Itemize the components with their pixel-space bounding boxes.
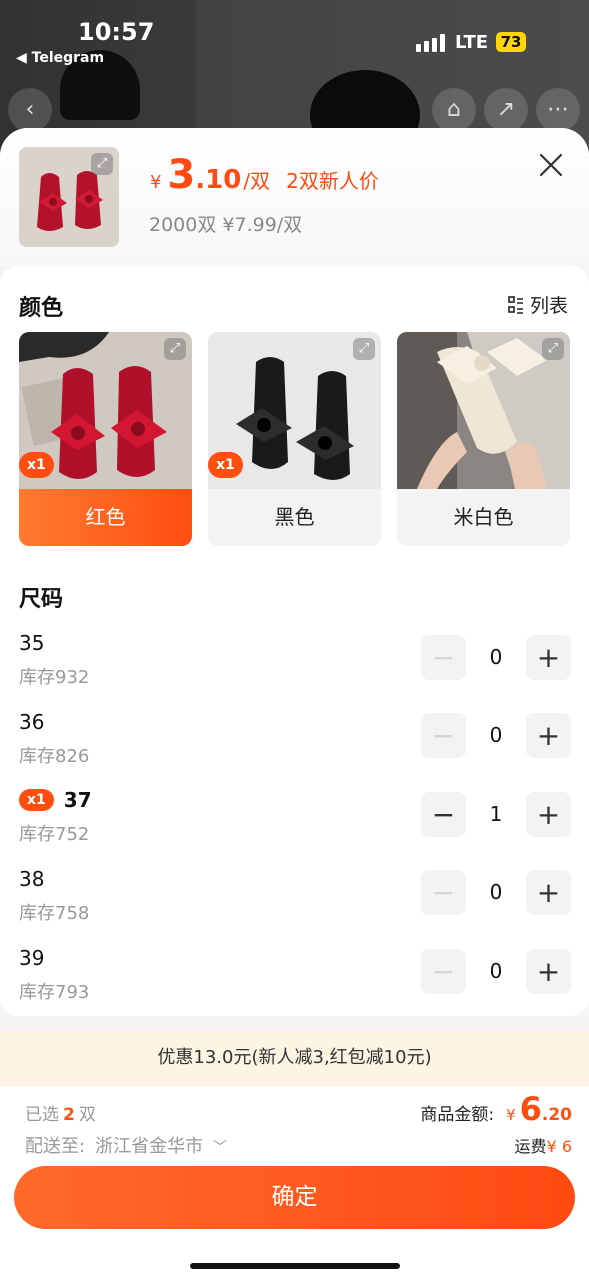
size-label: 39 <box>19 946 45 970</box>
network-label: LTE <box>455 32 489 53</box>
freight-value: ¥ 6 <box>546 1137 572 1156</box>
freight-label: 运费 <box>514 1137 547 1156</box>
price-integer: 3 <box>167 152 196 198</box>
home-indicator[interactable] <box>190 1263 400 1269</box>
share-icon[interactable]: ↗ <box>484 88 528 132</box>
increment-button[interactable]: + <box>526 870 571 915</box>
decrement-button[interactable]: − <box>421 713 466 758</box>
expand-icon[interactable]: ⤢ <box>542 338 564 360</box>
size-label: 36 <box>19 710 45 734</box>
list-toggle-label: 列表 <box>530 295 569 317</box>
discount-banner: 优惠13.0元(新人减3,红包减10元) <box>0 1030 589 1086</box>
cart-icon[interactable]: ⌂ <box>432 88 476 132</box>
expand-icon[interactable]: ⤢ <box>353 338 375 360</box>
color-count-badge: x1 <box>19 452 54 478</box>
battery-icon: 73 <box>496 32 526 52</box>
quantity-stepper: − 0 + <box>421 949 571 994</box>
color-section-title: 颜色 <box>19 296 64 321</box>
size-label-group: x1 37 <box>19 788 92 812</box>
sku-selector-sheet: ⤢ ¥ 3 .10 /双 2双新人价 2000双 ¥7.99/双 颜色 列表 ⤢… <box>0 128 589 1280</box>
selected-count: 已选 2 双 <box>25 1100 96 1125</box>
color-label: 黑色 <box>274 505 315 529</box>
ship-location: 浙江省金华市 <box>95 1136 204 1157</box>
checkout-footer: 已选 2 双 配送至: 浙江省金华市 ﹀ 商品金额: ¥ 6 .20 运费¥ 6 确定 <box>0 1086 589 1280</box>
more-icon[interactable]: ⋯ <box>536 88 580 132</box>
sheet-header: ⤢ ¥ 3 .10 /双 2双新人价 2000双 ¥7.99/双 <box>0 128 589 266</box>
color-option-red[interactable]: ⤢ 红色 <box>19 332 192 546</box>
color-label: 米白色 <box>453 505 514 529</box>
selected-suffix: 双 <box>78 1105 96 1125</box>
selected-prefix: 已选 <box>25 1105 59 1125</box>
size-label: 38 <box>19 867 45 891</box>
options-panel: 颜色 列表 ⤢ 红色 x1 ⤢ 黑色 x1 ⤢ 米白色 尺码 35 库存932 … <box>0 266 589 1016</box>
size-count-badge: x1 <box>19 789 54 811</box>
new-user-price-tag: 2双新人价 <box>286 169 379 193</box>
increment-button[interactable]: + <box>526 949 571 994</box>
quantity-stepper: − 0 + <box>421 870 571 915</box>
size-row: 39 库存793 − 0 + <box>0 946 589 1024</box>
ship-to-label: 配送至: <box>25 1136 86 1157</box>
decrement-button[interactable]: − <box>421 949 466 994</box>
close-icon[interactable] <box>538 152 564 178</box>
stock-label: 库存752 <box>19 824 90 845</box>
color-count-badge: x1 <box>208 452 243 478</box>
amount-label: 商品金额: <box>420 1105 495 1125</box>
quantity-value[interactable]: 1 <box>466 792 526 837</box>
decrement-button[interactable]: − <box>421 870 466 915</box>
color-option-ivory[interactable]: ⤢ 米白色 <box>397 332 570 546</box>
quantity-stepper: − 1 + <box>421 792 571 837</box>
status-time: 10:57 <box>78 18 155 46</box>
size-section-title: 尺码 <box>19 587 64 612</box>
expand-icon[interactable]: ⤢ <box>164 338 186 360</box>
stock-label: 库存793 <box>19 982 90 1003</box>
stock-label: 库存758 <box>19 903 90 924</box>
quantity-value[interactable]: 0 <box>466 635 526 680</box>
back-icon[interactable]: ‹ <box>8 88 52 132</box>
list-view-toggle[interactable]: 列表 <box>508 291 568 318</box>
quantity-value[interactable]: 0 <box>466 713 526 758</box>
price-line: ¥ 3 .10 /双 2双新人价 <box>150 152 379 198</box>
increment-button[interactable]: + <box>526 792 571 837</box>
price-decimal: .10 <box>195 165 242 195</box>
decrement-button[interactable]: − <box>421 792 466 837</box>
freight-fee: 运费¥ 6 <box>515 1133 572 1157</box>
selected-number: 2 <box>63 1105 75 1125</box>
color-option-black[interactable]: ⤢ 黑色 <box>208 332 381 546</box>
chevron-down-icon: ﹀ <box>212 1140 227 1156</box>
quantity-stepper: − 0 + <box>421 635 571 680</box>
increment-button[interactable]: + <box>526 713 571 758</box>
price-symbol: ¥ <box>150 172 162 193</box>
color-image-ivory: ⤢ <box>397 332 570 489</box>
size-label: 35 <box>19 631 45 655</box>
confirm-button[interactable]: 确定 <box>14 1166 575 1229</box>
size-row: 35 库存932 − 0 + <box>0 631 589 709</box>
signal-icon <box>416 32 445 52</box>
quantity-value[interactable]: 0 <box>466 949 526 994</box>
total-amount: 商品金额: ¥ 6 .20 <box>420 1090 572 1128</box>
price-unit: /双 <box>243 169 271 193</box>
size-row: 38 库存758 − 0 + <box>0 867 589 945</box>
quantity-value[interactable]: 0 <box>466 870 526 915</box>
increment-button[interactable]: + <box>526 635 571 680</box>
back-to-app-link[interactable]: ◀ Telegram <box>16 50 104 66</box>
quantity-stepper: − 0 + <box>421 713 571 758</box>
size-row: 36 库存826 − 0 + <box>0 710 589 788</box>
list-icon <box>508 295 523 314</box>
stock-label: 库存932 <box>19 667 90 688</box>
bulk-price: 2000双 ¥7.99/双 <box>149 214 303 236</box>
decrement-button[interactable]: − <box>421 635 466 680</box>
amount-symbol: ¥ <box>506 1106 516 1124</box>
amount-integer: 6 <box>519 1090 542 1128</box>
status-bar: 10:57 ◀ Telegram LTE 73 <box>0 0 589 90</box>
size-label: 37 <box>63 788 92 812</box>
stock-label: 库存826 <box>19 746 90 767</box>
expand-icon[interactable]: ⤢ <box>91 153 113 175</box>
product-thumbnail[interactable]: ⤢ <box>19 147 119 247</box>
amount-decimal: .20 <box>541 1105 572 1125</box>
ship-to-selector[interactable]: 配送至: 浙江省金华市 ﹀ <box>25 1132 227 1158</box>
color-label: 红色 <box>19 489 192 546</box>
size-row: x1 37 库存752 − 1 + <box>0 788 589 866</box>
